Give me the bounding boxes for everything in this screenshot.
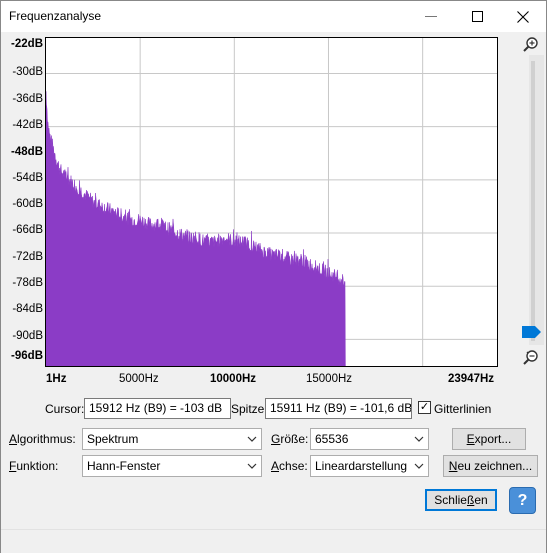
size-select-value: 65536 [315, 432, 349, 446]
function-label: Funktion: [9, 459, 59, 473]
y-tick-label: -96dB [11, 350, 43, 362]
y-tick-label: -30dB [12, 66, 43, 78]
algorithm-select[interactable]: Spektrum [82, 428, 262, 450]
y-tick-label: -42dB [12, 119, 43, 131]
y-tick-label: -48dB [11, 146, 43, 158]
size-label: Größe: [271, 432, 309, 446]
size-select[interactable]: 65536 [310, 428, 429, 450]
x-tick-label: 15000Hz [306, 373, 353, 385]
zoom-slider-rail [531, 61, 535, 341]
cursor-value-field[interactable]: 15912 Hz (B9) = -103 dB [84, 398, 231, 419]
help-icon: ? [517, 492, 528, 509]
maximize-button[interactable] [454, 1, 500, 32]
redraw-button[interactable]: Neu zeichnen... [443, 455, 538, 477]
maximize-icon [471, 11, 483, 22]
spectrum-svg [46, 38, 497, 366]
chevron-down-icon [414, 463, 424, 469]
frequency-analysis-window: Frequenzanalyse -22dB -30dB -36dB -42dB -48d… [0, 0, 547, 553]
axis-select-value: Lineardarstellung [315, 459, 408, 473]
x-tick-label: 23947Hz [448, 373, 495, 385]
gridlines-checkbox[interactable]: ✓ [418, 401, 431, 414]
chevron-down-icon [247, 463, 257, 469]
peak-value-field[interactable]: 15911 Hz (B9) = -101,6 dB [265, 398, 412, 419]
axis-label: Achse: [271, 459, 308, 473]
chevron-down-icon [414, 436, 424, 442]
y-tick-label: -22dB [11, 38, 43, 50]
peak-label: Spitze: [231, 402, 268, 416]
y-tick-label: -72dB [12, 251, 43, 263]
y-tick-label: -36dB [12, 93, 43, 105]
algorithm-label: Algorithmus: [9, 432, 76, 446]
help-button[interactable]: ? [509, 487, 536, 514]
function-select[interactable]: Hann-Fenster [82, 455, 262, 477]
export-button[interactable]: Export... [452, 428, 526, 450]
zoom-slider-thumb[interactable] [522, 326, 541, 338]
y-tick-label: -60dB [12, 198, 43, 210]
y-tick-label: -66dB [12, 224, 43, 236]
cursor-label: Cursor: [45, 402, 85, 416]
zoom-out-icon[interactable] [522, 349, 540, 367]
zoom-in-icon[interactable] [522, 36, 540, 54]
algorithm-select-value: Spektrum [87, 432, 139, 446]
status-strip [1, 529, 546, 553]
spectrum-area [46, 91, 346, 366]
close-icon [517, 10, 529, 23]
minimize-icon [425, 15, 437, 17]
x-tick-label: 1Hz [46, 373, 67, 385]
function-select-value: Hann-Fenster [87, 459, 161, 473]
spectrum-plot[interactable] [45, 37, 498, 367]
x-tick-label: 10000Hz [210, 373, 257, 385]
x-tick-label: 5000Hz [119, 373, 159, 385]
close-window-button[interactable] [500, 1, 546, 32]
close-button[interactable]: Schließen [425, 489, 497, 511]
axis-select[interactable]: Lineardarstellung [310, 455, 429, 477]
y-tick-label: -90dB [12, 330, 43, 342]
check-mark-icon: ✓ [419, 401, 430, 413]
gridlines-label: Gitterlinien [434, 402, 492, 416]
chevron-down-icon [247, 436, 257, 442]
minimize-button[interactable] [408, 1, 454, 32]
y-tick-label: -54dB [12, 172, 43, 184]
y-tick-label: -78dB [12, 277, 43, 289]
title-bar[interactable]: Frequenzanalyse [1, 1, 546, 32]
window-title: Frequenzanalyse [9, 9, 102, 23]
y-tick-label: -84dB [12, 303, 43, 315]
